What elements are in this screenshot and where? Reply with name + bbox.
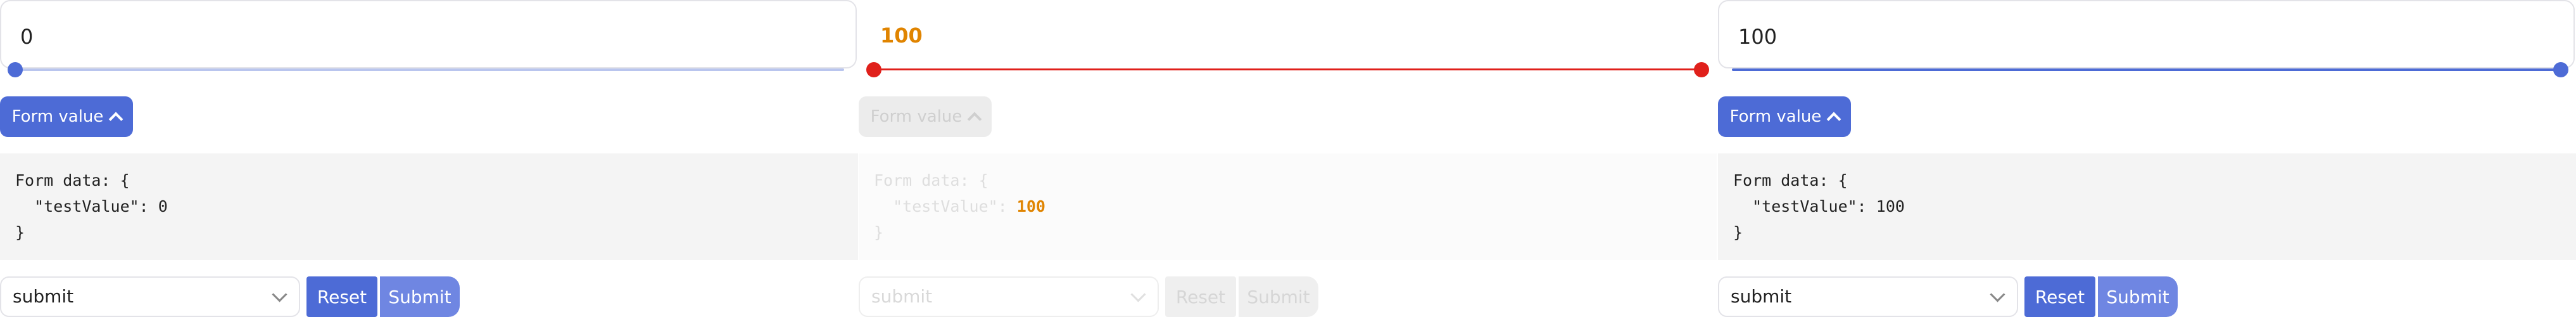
slider-track[interactable] <box>1732 68 2562 71</box>
code-line-close: } <box>874 223 884 242</box>
value-input[interactable]: 100 <box>1718 0 2575 68</box>
code-line-open: Form data: { <box>874 171 988 190</box>
action-select[interactable]: submit <box>859 276 1159 317</box>
code-key: "testValue": <box>15 197 158 216</box>
form-panel-3: 100 Form value Form data: { "testValue":… <box>1718 0 2576 317</box>
code-value: 0 <box>158 197 168 216</box>
reset-button[interactable]: Reset <box>1165 276 1236 317</box>
code-line-open: Form data: { <box>1733 171 1848 190</box>
action-select[interactable]: submit <box>0 276 300 317</box>
action-select-value: submit <box>1731 286 1792 307</box>
slider-thumb-end[interactable] <box>1694 62 1709 77</box>
code-value: 100 <box>1016 197 1045 216</box>
chevron-down-icon <box>1990 287 2005 302</box>
value-input-error-text: 100 <box>880 23 923 48</box>
chevron-up-icon <box>1827 112 1841 127</box>
value-input-text: 100 <box>880 23 923 48</box>
chevron-down-icon <box>1130 287 1146 302</box>
code-line-close: } <box>1733 223 1743 242</box>
slider-track-error[interactable] <box>873 68 1703 70</box>
submit-button[interactable]: Submit <box>2098 276 2178 317</box>
form-value-label: Form value <box>1729 107 1822 126</box>
code-line-close: } <box>15 223 25 242</box>
form-value-toggle-button[interactable]: Form value <box>859 96 992 137</box>
form-value-toggle-button[interactable]: Form value <box>1718 96 1851 137</box>
code-key: "testValue": <box>874 197 1017 216</box>
value-input-text: 100 <box>1738 25 1777 49</box>
slider-track[interactable] <box>14 68 844 71</box>
chevron-up-icon <box>109 112 123 127</box>
form-value-label: Form value <box>870 107 963 126</box>
submit-button[interactable]: Submit <box>380 276 460 317</box>
chevron-up-icon <box>968 112 982 127</box>
form-data-code-block: Form data: { "testValue": 0 } <box>0 153 858 260</box>
slider-thumb-start[interactable] <box>866 62 881 77</box>
submit-button[interactable]: Submit <box>1239 276 1318 317</box>
form-data-code-block: Form data: { "testValue": 100 } <box>859 153 1717 260</box>
slider-thumb[interactable] <box>8 62 23 77</box>
reset-button[interactable]: Reset <box>2024 276 2095 317</box>
reset-button[interactable]: Reset <box>306 276 377 317</box>
slider-thumb[interactable] <box>2553 62 2568 77</box>
form-panel-1: 0 Form value Form data: { "testValue": 0… <box>0 0 858 317</box>
form-value-toggle-button[interactable]: Form value <box>0 96 133 137</box>
value-input-text: 0 <box>20 25 34 49</box>
code-line-open: Form data: { <box>15 171 130 190</box>
chevron-down-icon <box>272 287 287 302</box>
form-value-label: Form value <box>11 107 104 126</box>
code-key: "testValue": <box>1733 197 1876 216</box>
code-value: 100 <box>1876 197 1905 216</box>
action-select[interactable]: submit <box>1718 276 2018 317</box>
action-select-value: submit <box>871 286 933 307</box>
form-panel-2: 100 Form value Form data: { "testValue":… <box>859 0 1717 317</box>
form-data-code-block: Form data: { "testValue": 100 } <box>1718 153 2576 260</box>
action-select-value: submit <box>13 286 74 307</box>
value-input[interactable]: 0 <box>0 0 857 68</box>
